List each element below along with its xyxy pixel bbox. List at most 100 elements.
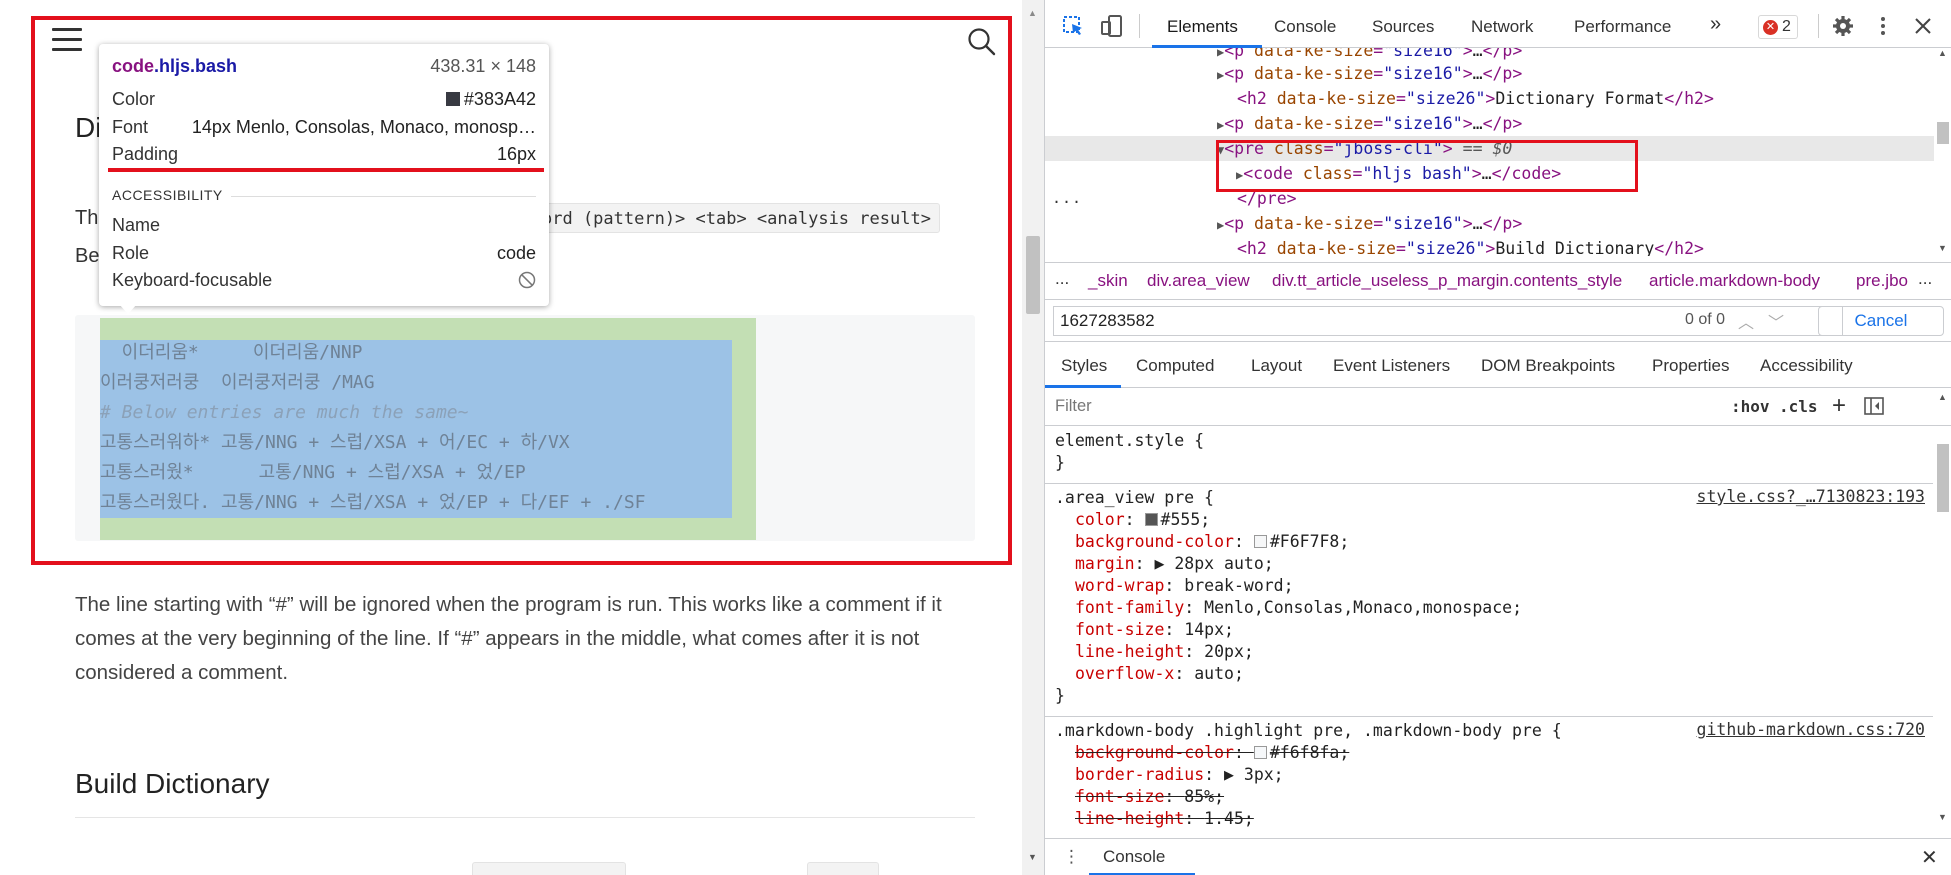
expand-triangle-icon[interactable]: ▶ <box>1045 218 1224 232</box>
tab-properties[interactable]: Properties <box>1652 356 1729 376</box>
scrollbar-thumb[interactable] <box>1937 444 1949 512</box>
dom-scrollbar[interactable]: ▲ ▼ <box>1934 48 1951 256</box>
rule-close: } <box>1055 453 1065 472</box>
scrollbar-thumb[interactable] <box>1937 122 1949 144</box>
tooltip-section-title: ACCESSIBILITY <box>112 187 223 203</box>
styles-scrollbar[interactable]: ▲ ▼ <box>1934 388 1951 838</box>
cancel-button[interactable]: Cancel <box>1818 306 1944 336</box>
scroll-down-icon[interactable]: ▼ <box>1938 243 1947 253</box>
gear-icon[interactable] <box>1831 14 1855 38</box>
inline-code <box>807 862 879 875</box>
expand-triangle-icon[interactable]: ▶ <box>1045 48 1224 59</box>
tab-dom-breakpoints[interactable]: DOM Breakpoints <box>1481 356 1615 376</box>
dom-node[interactable]: <h2 data-ke-size="size26">Build Dictiona… <box>1045 236 1935 256</box>
rule-selector[interactable]: .area_view pre { <box>1055 487 1214 509</box>
element-style-selector[interactable]: element.style { <box>1055 430 1204 452</box>
css-declaration[interactable]: line-height: 20px; <box>1075 641 1254 663</box>
css-declaration-overridden[interactable]: line-height: 1.45; <box>1075 808 1254 830</box>
toolbar-separator <box>1139 14 1140 38</box>
devtools-panel: Elements Console Sources Network Perform… <box>1044 0 1951 875</box>
css-declaration[interactable]: overflow-x: auto; <box>1075 663 1244 685</box>
scroll-up-icon[interactable]: ▲ <box>1028 8 1037 18</box>
tab-performance[interactable]: Performance <box>1574 17 1671 37</box>
breadcrumb-item[interactable]: article.markdown-body <box>1649 271 1820 291</box>
scroll-up-icon[interactable]: ▲ <box>1938 392 1947 402</box>
breadcrumb-scroll-right[interactable]: ... <box>1918 269 1932 289</box>
tooltip-font-value: 14px Menlo, Consolas, Monaco, monosp… <box>191 116 536 137</box>
scroll-down-icon[interactable]: ▼ <box>1938 812 1947 822</box>
tooltip-keyboard-label: Keyboard-focusable <box>112 269 273 290</box>
node-actions-ellipsis[interactable]: ... <box>1052 189 1082 207</box>
page-scrollbar[interactable]: ▲ ▼ <box>1022 0 1044 875</box>
tab-computed[interactable]: Computed <box>1136 356 1214 376</box>
css-declaration-overridden[interactable]: background-color: #f6f8fa; <box>1075 742 1349 764</box>
expand-triangle-icon[interactable]: ▶ <box>1055 168 1243 182</box>
css-declaration[interactable]: color: #555; <box>1075 509 1210 531</box>
tab-sources[interactable]: Sources <box>1372 17 1434 37</box>
class-toggle[interactable]: .cls <box>1779 397 1818 416</box>
device-toolbar-icon[interactable] <box>1100 14 1124 38</box>
inspect-element-icon[interactable] <box>1061 14 1085 38</box>
rule-selector[interactable]: .markdown-body .highlight pre, .markdown… <box>1055 720 1562 742</box>
dom-node[interactable]: ▶<p data-ke-size="size16">…</p> <box>1045 211 1935 236</box>
tab-layout[interactable]: Layout <box>1251 356 1302 376</box>
tooltip-size: 438.31 × 148 <box>430 55 536 76</box>
styles-filter-input[interactable]: Filter <box>1055 397 1092 416</box>
source-link[interactable]: github-markdown.css:720 <box>1697 720 1925 739</box>
css-declaration[interactable]: font-size: 14px; <box>1075 619 1234 641</box>
tooltip-role-value: code <box>496 242 536 263</box>
chevron-up-icon[interactable]: ︿ <box>1738 309 1754 333</box>
dom-node[interactable]: <h2 data-ke-size="size26">Dictionary For… <box>1045 86 1935 111</box>
tab-elements[interactable]: Elements <box>1167 17 1238 37</box>
scroll-up-icon[interactable]: ▲ <box>1938 48 1947 58</box>
tooltip-color-value: #383A42 <box>445 89 536 110</box>
css-declaration[interactable]: margin: ▶ 28px auto; <box>1075 553 1274 575</box>
scroll-down-icon[interactable]: ▼ <box>1028 852 1037 862</box>
source-link[interactable]: style.css?_…7130823:193 <box>1697 487 1925 506</box>
dom-tree: ▶<p data-ke-size="size16">…</p> ▶<p data… <box>1045 48 1935 256</box>
tab-accessibility[interactable]: Accessibility <box>1760 356 1853 376</box>
tab-network[interactable]: Network <box>1471 17 1533 37</box>
tooltip-name-label: Name <box>112 214 161 235</box>
dom-node[interactable]: ▶<p data-ke-size="size16">…</p> <box>1045 61 1935 86</box>
kebab-menu-icon[interactable] <box>1871 14 1895 38</box>
styles-filter-bar: Filter :hov .cls + <box>1045 388 1951 426</box>
inline-code <box>472 862 626 875</box>
toolbar-separator <box>1818 14 1819 38</box>
color-swatch[interactable] <box>1144 513 1158 526</box>
css-declaration[interactable]: background-color: #F6F7F8; <box>1075 531 1349 553</box>
color-swatch[interactable] <box>1253 746 1267 759</box>
tab-event-listeners[interactable]: Event Listeners <box>1333 356 1450 376</box>
tab-styles[interactable]: Styles <box>1061 356 1107 376</box>
breadcrumb-item[interactable]: div.area_view <box>1147 271 1250 291</box>
close-icon[interactable]: ✕ <box>1921 845 1938 870</box>
css-declaration[interactable]: border-radius: ▶ 3px; <box>1075 764 1284 786</box>
styles-subtabs: Styles Computed Layout Event Listeners D… <box>1045 342 1951 388</box>
breadcrumb-item[interactable]: div.tt_article_useless_p_margin.contents… <box>1272 271 1622 291</box>
expand-triangle-icon[interactable]: ▶ <box>1045 118 1224 132</box>
error-counter[interactable]: ✕ 2 <box>1758 15 1798 39</box>
css-declaration[interactable]: font-family: Menlo,Consolas,Monaco,monos… <box>1075 597 1522 619</box>
dom-node[interactable]: ▶<p data-ke-size="size16">…</p> <box>1045 111 1935 136</box>
section-divider <box>231 196 536 197</box>
web-page: Di Th Be ord (pattern)> <tab> <analysis … <box>0 0 1022 875</box>
collapse-triangle-icon[interactable]: ▼ <box>1045 143 1224 157</box>
hover-state-toggle[interactable]: :hov <box>1731 397 1770 416</box>
drawer-tab-console[interactable]: Console <box>1103 847 1165 867</box>
close-icon[interactable] <box>1911 14 1935 38</box>
css-declaration-overridden[interactable]: font-size: 85%; <box>1075 786 1224 808</box>
breadcrumb-item[interactable]: pre.jbo <box>1856 271 1908 291</box>
more-tabs-button[interactable]: » <box>1710 13 1721 36</box>
chevron-down-icon[interactable]: ﹀ <box>1768 309 1784 333</box>
breadcrumb-scroll-left[interactable]: ... <box>1055 269 1069 289</box>
expand-triangle-icon[interactable]: ▶ <box>1045 68 1224 82</box>
css-declaration[interactable]: word-wrap: break-word; <box>1075 575 1294 597</box>
color-swatch[interactable] <box>1253 535 1267 548</box>
drawer-menu-icon[interactable]: ⋮ <box>1063 847 1080 867</box>
add-rule-icon[interactable]: + <box>1832 392 1846 420</box>
scrollbar-thumb[interactable] <box>1026 236 1040 314</box>
tab-console[interactable]: Console <box>1274 17 1336 37</box>
search-match-count: 0 of 0 <box>1685 311 1726 328</box>
breadcrumb-item[interactable]: _skin <box>1088 271 1128 291</box>
toggle-sidebar-icon[interactable] <box>1864 397 1884 415</box>
